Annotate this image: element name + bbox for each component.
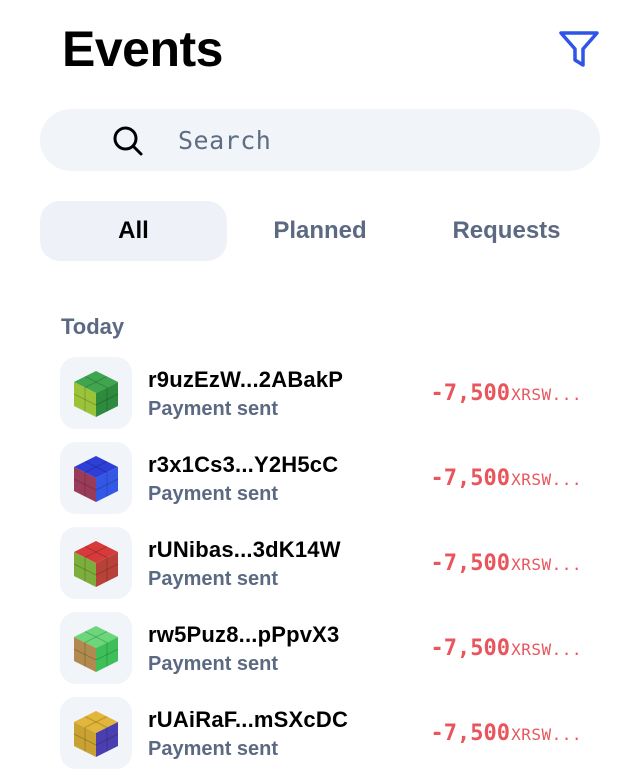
event-currency: XRSW...	[511, 640, 582, 659]
identicon-icon	[73, 711, 119, 757]
event-description: Payment sent	[148, 738, 279, 760]
avatar	[60, 357, 132, 429]
event-amount: -7,500	[430, 381, 510, 406]
event-description: Payment sent	[148, 568, 279, 590]
list-item[interactable]: r9uzEzW...2ABakP Payment sent -7,500 XRS…	[60, 357, 600, 429]
list-item[interactable]: rUNibas...3dK14W Payment sent -7,500 XRS…	[60, 527, 600, 599]
search-bar[interactable]	[40, 109, 600, 171]
identicon-icon	[73, 541, 119, 587]
event-amount: -7,500	[430, 551, 510, 576]
avatar	[60, 527, 132, 599]
search-icon	[113, 126, 143, 156]
avatar	[60, 697, 132, 769]
avatar	[60, 612, 132, 684]
list-item[interactable]: rUAiRaF...mSXcDC Payment sent -7,500 XRS…	[60, 697, 600, 769]
event-description: Payment sent	[148, 483, 279, 505]
tab-bar: All Planned Requests	[40, 201, 600, 261]
section-header-today: Today	[61, 314, 125, 339]
event-currency: XRSW...	[511, 555, 582, 574]
event-currency: XRSW...	[511, 725, 582, 744]
event-description: Payment sent	[148, 398, 279, 420]
list-item[interactable]: rw5Puz8...pPpvX3 Payment sent -7,500 XRS…	[60, 612, 600, 684]
identicon-icon	[73, 371, 119, 417]
event-address: r9uzEzW...2ABakP	[148, 367, 344, 392]
header: Events	[62, 18, 602, 82]
list-item[interactable]: r3x1Cs3...Y2H5cC Payment sent -7,500 XRS…	[60, 442, 600, 514]
event-currency: XRSW...	[511, 470, 582, 489]
event-address: rw5Puz8...pPpvX3	[148, 622, 340, 647]
tab-planned[interactable]: Planned	[227, 201, 413, 261]
event-amount: -7,500	[430, 466, 510, 491]
event-amount: -7,500	[430, 636, 510, 661]
avatar	[60, 442, 132, 514]
page-title: Events	[62, 21, 223, 77]
identicon-icon	[73, 456, 119, 502]
event-currency: XRSW...	[511, 385, 582, 404]
event-description: Payment sent	[148, 653, 279, 675]
event-address: rUNibas...3dK14W	[148, 537, 341, 562]
filter-button[interactable]	[556, 26, 602, 72]
event-amount: -7,500	[430, 721, 510, 746]
tab-requests[interactable]: Requests	[413, 201, 600, 261]
identicon-icon	[73, 626, 119, 672]
filter-funnel-icon	[559, 31, 599, 67]
search-input[interactable]	[178, 109, 578, 171]
event-address: r3x1Cs3...Y2H5cC	[148, 452, 339, 477]
event-address: rUAiRaF...mSXcDC	[148, 707, 349, 732]
tab-all[interactable]: All	[40, 201, 227, 261]
